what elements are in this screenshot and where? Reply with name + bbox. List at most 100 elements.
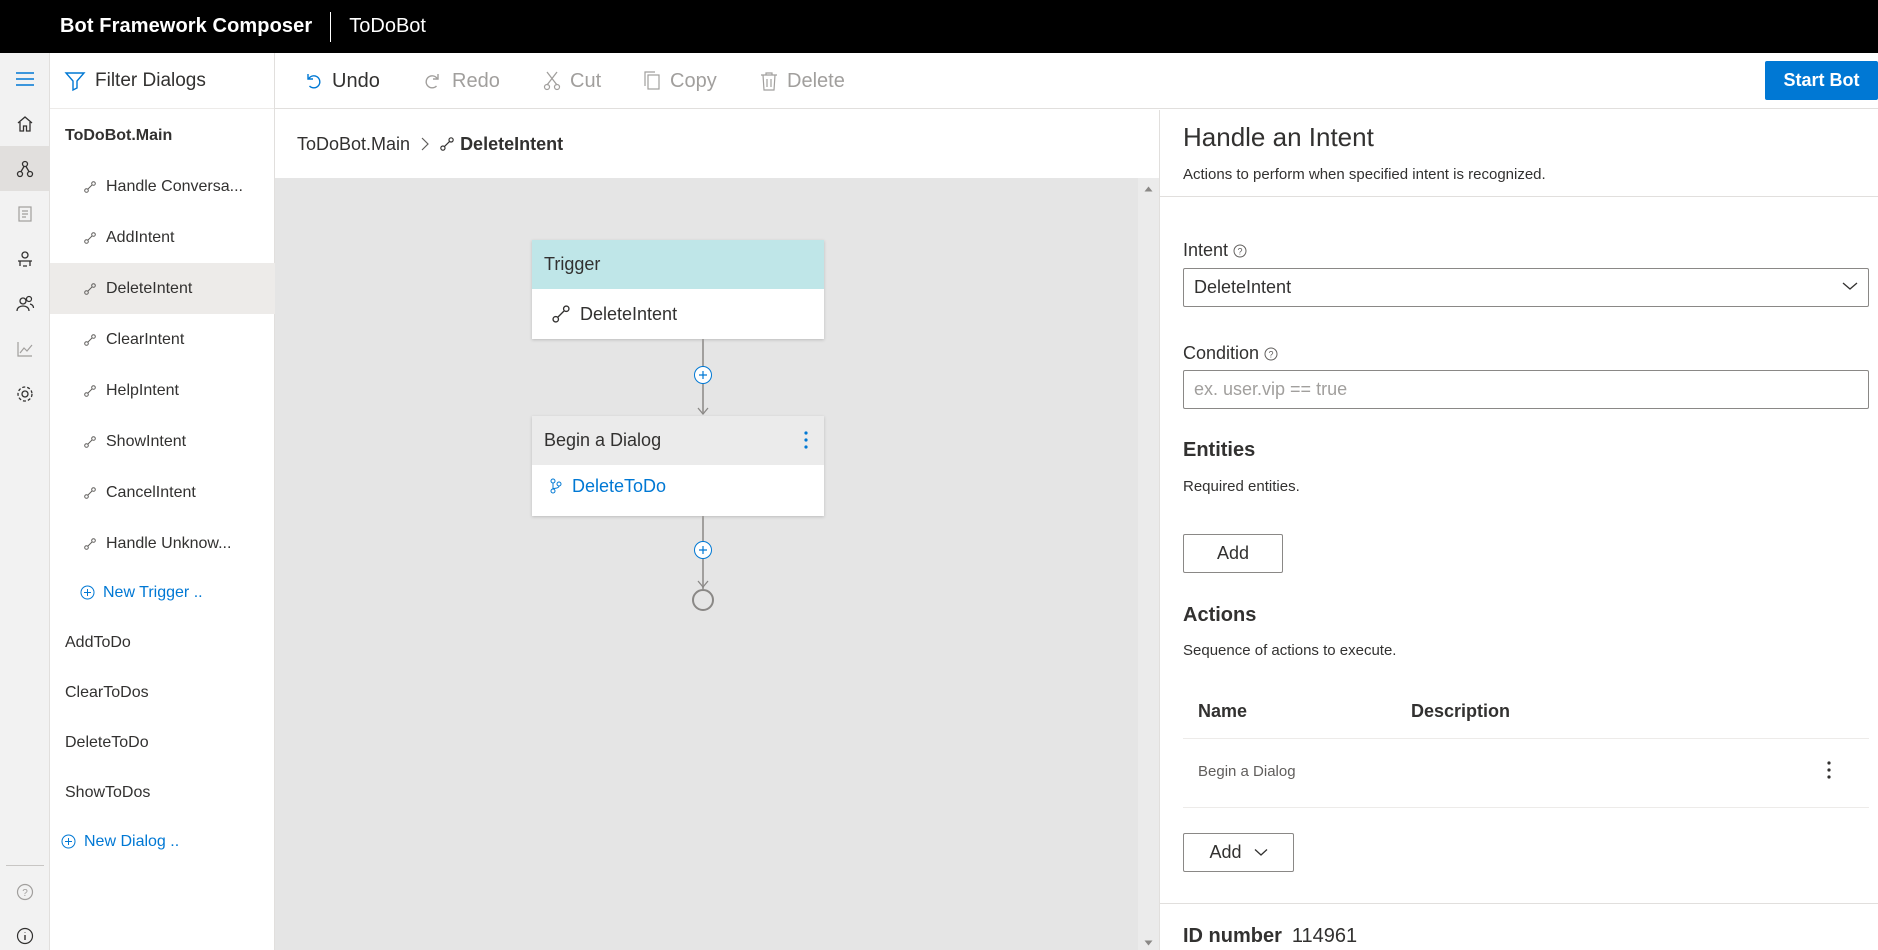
- action-card-header: Begin a Dialog: [532, 416, 824, 465]
- tree-trigger-item[interactable]: ShowIntent: [50, 416, 275, 467]
- more-vertical-icon[interactable]: [804, 431, 808, 449]
- more-vertical-icon[interactable]: [1827, 761, 1831, 779]
- tree-trigger-label: HelpIntent: [106, 381, 179, 399]
- condition-placeholder: ex. user.vip == true: [1194, 379, 1348, 399]
- action-card-title: Begin a Dialog: [544, 430, 662, 450]
- pane-divider: [1160, 196, 1878, 197]
- canvas-scrollbar[interactable]: [1138, 178, 1159, 950]
- new-trigger-link[interactable]: New Trigger ..: [50, 567, 275, 618]
- trigger-icon: [84, 231, 96, 244]
- scroll-down-icon[interactable]: [1144, 940, 1153, 946]
- info-icon[interactable]: [0, 913, 50, 950]
- redo-button[interactable]: Redo: [423, 53, 500, 109]
- bot-name: ToDoBot: [349, 15, 426, 37]
- filter-label: Filter Dialogs: [95, 69, 206, 91]
- svg-text:?: ?: [1269, 349, 1274, 359]
- intent-label: Intent ?: [1183, 240, 1247, 261]
- trigger-icon: [84, 537, 96, 550]
- add-action-button[interactable]: [694, 541, 712, 559]
- tree-dialog-item[interactable]: AddToDo: [50, 617, 275, 668]
- help-icon[interactable]: ?: [1233, 244, 1247, 258]
- actions-description: Sequence of actions to execute.: [1183, 642, 1397, 659]
- trigger-card-body: DeleteIntent: [532, 289, 824, 339]
- breadcrumb: ToDoBot.Main DeleteIntent: [275, 110, 1159, 178]
- scroll-up-icon[interactable]: [1144, 186, 1153, 192]
- cut-label: Cut: [570, 69, 602, 92]
- tree-dialog-item[interactable]: ClearToDos: [50, 667, 275, 718]
- add-circle-icon: [61, 834, 76, 849]
- arrow-down-icon: [697, 580, 709, 589]
- pane-title: Handle an Intent: [1183, 122, 1374, 152]
- new-dialog-link[interactable]: New Dialog ..: [50, 816, 275, 867]
- tree-trigger-label: Handle Unknow...: [106, 534, 232, 552]
- redo-icon: [425, 74, 439, 89]
- condition-input[interactable]: ex. user.vip == true: [1183, 370, 1869, 409]
- chevron-down-icon: [1842, 282, 1858, 290]
- rail-divider: [6, 865, 44, 866]
- tree-trigger-item[interactable]: CancelIntent: [50, 467, 275, 518]
- intent-label-text: Intent: [1183, 240, 1229, 260]
- tree-trigger-item[interactable]: ClearIntent: [50, 314, 275, 365]
- app-title: Bot Framework Composer: [60, 15, 313, 37]
- entities-add-button[interactable]: Add: [1183, 534, 1283, 573]
- svg-text:?: ?: [1238, 246, 1243, 256]
- tree-dialog-main-label: ToDoBot.Main: [65, 126, 173, 144]
- id-number-row: ID number 114961: [1183, 925, 1357, 948]
- flow-canvas[interactable]: Trigger DeleteIntent Begin a Dialog Dele…: [275, 178, 1159, 950]
- dialog-tree: Filter Dialogs ToDoBot.Main Handle Conve…: [50, 53, 275, 950]
- tree-trigger-item[interactable]: HelpIntent: [50, 365, 275, 416]
- trigger-icon: [84, 486, 96, 499]
- tree-trigger-item[interactable]: AddIntent: [50, 212, 275, 263]
- app-header: Bot Framework Composer ToDoBot: [0, 0, 1878, 53]
- entities-add-label: Add: [1216, 543, 1250, 563]
- users-icon[interactable]: [0, 281, 50, 326]
- tree-trigger-item[interactable]: Handle Conversa...: [50, 161, 275, 212]
- home-icon[interactable]: [0, 101, 50, 146]
- start-bot-button[interactable]: Start Bot: [1765, 61, 1878, 100]
- cut-icon: [543, 71, 561, 91]
- tree-dialog-label: DeleteToDo: [65, 733, 149, 751]
- table-divider: [1183, 807, 1869, 808]
- actions-add-button[interactable]: Add: [1183, 833, 1294, 872]
- undo-icon: [307, 74, 321, 89]
- property-pane: Handle an Intent Actions to perform when…: [1159, 110, 1878, 950]
- filter-dialogs[interactable]: Filter Dialogs: [50, 53, 274, 109]
- bot-icon[interactable]: [0, 236, 50, 281]
- plus-icon: [699, 546, 707, 554]
- settings-icon[interactable]: [0, 371, 50, 416]
- redo-label: Redo: [452, 69, 500, 92]
- id-number-value: 114961: [1291, 925, 1358, 947]
- hamburger-icon[interactable]: [0, 56, 50, 101]
- analytics-icon[interactable]: [0, 326, 50, 371]
- intent-dropdown[interactable]: DeleteIntent: [1183, 268, 1869, 307]
- tree-trigger-item[interactable]: Handle Unknow...: [50, 518, 275, 569]
- action-card[interactable]: Begin a Dialog DeleteToDo: [532, 416, 824, 516]
- table-row[interactable]: Begin a Dialog: [1183, 739, 1869, 807]
- delete-button[interactable]: Delete: [760, 53, 845, 109]
- tree-trigger-label: ShowIntent: [106, 432, 187, 450]
- add-action-button[interactable]: [694, 366, 712, 384]
- intent-dropdown-value: DeleteIntent: [1194, 277, 1292, 297]
- help-icon[interactable]: ?: [1264, 347, 1278, 361]
- cut-button[interactable]: Cut: [543, 53, 601, 109]
- document-icon[interactable]: [0, 191, 50, 236]
- tree-dialog-item[interactable]: DeleteToDo: [50, 717, 275, 768]
- delete-label: Delete: [787, 69, 845, 92]
- copy-label: Copy: [670, 69, 717, 92]
- trigger-card[interactable]: Trigger DeleteIntent: [532, 240, 824, 339]
- action-card-body[interactable]: DeleteToDo: [532, 465, 824, 507]
- copy-button[interactable]: Copy: [643, 53, 717, 109]
- undo-button[interactable]: Undo: [303, 53, 380, 109]
- pane-description: Actions to perform when specified intent…: [1183, 166, 1546, 183]
- tree-trigger-label: DeleteIntent: [106, 279, 193, 297]
- tree-dialog-main[interactable]: ToDoBot.Main: [50, 110, 275, 161]
- tree-dialog-item[interactable]: ShowToDos: [50, 767, 275, 818]
- breadcrumb-root[interactable]: ToDoBot.Main: [297, 134, 410, 155]
- action-card-dialog-link: DeleteToDo: [572, 475, 667, 496]
- toolbar: Undo Redo Cut Copy Delete Start Bot: [275, 53, 1878, 109]
- help-icon[interactable]: ?: [0, 869, 50, 914]
- flow-icon[interactable]: [0, 146, 50, 191]
- tree-trigger-item-selected[interactable]: DeleteIntent: [50, 263, 275, 314]
- tree-trigger-label: Handle Conversa...: [106, 177, 243, 195]
- copy-icon: [644, 71, 660, 90]
